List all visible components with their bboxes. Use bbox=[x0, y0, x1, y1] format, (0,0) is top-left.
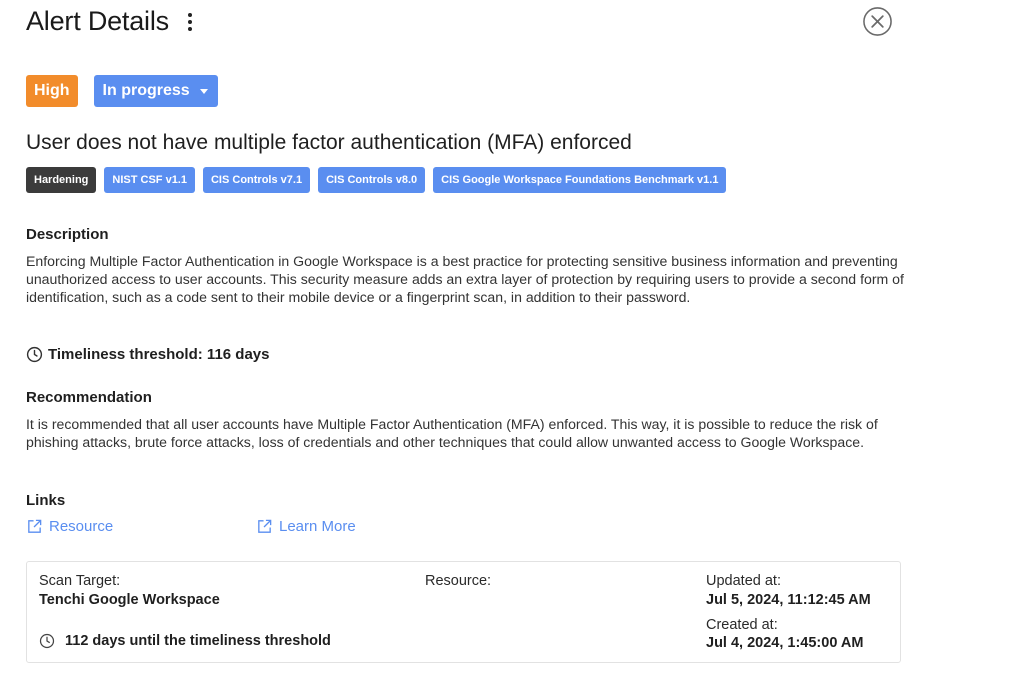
tag-hardening: Hardening bbox=[26, 167, 97, 193]
page-title: Alert Details bbox=[26, 6, 169, 36]
status-dropdown-label: In progress bbox=[102, 82, 190, 99]
description-text: Enforcing Multiple Factor Authentication… bbox=[26, 253, 904, 305]
resource-link-label[interactable]: Resource bbox=[49, 518, 113, 535]
created-at-label: Created at: bbox=[706, 617, 778, 633]
tag-cis-v7: CIS Controls v7.1 bbox=[202, 167, 311, 193]
external-link-icon bbox=[258, 519, 272, 533]
resource-label: Resource: bbox=[425, 573, 492, 589]
updated-at-label: Updated at: bbox=[706, 573, 781, 589]
learn-more-link[interactable]: Learn More bbox=[256, 518, 356, 535]
days-until-threshold: 112 days until the timeliness threshold bbox=[39, 633, 331, 649]
severity-badge: High bbox=[26, 75, 78, 107]
days-until-threshold-text: 112 days until the timeliness threshold bbox=[65, 633, 331, 649]
clock-icon bbox=[26, 346, 43, 363]
links-heading: Links bbox=[26, 492, 66, 509]
scan-info-card: Scan Target: Tenchi Google Workspace Res… bbox=[26, 561, 901, 663]
scan-target-label: Scan Target: bbox=[39, 573, 121, 589]
resource-link[interactable]: Resource bbox=[26, 518, 113, 535]
timeliness-threshold-label: Timeliness threshold: 116 days bbox=[48, 346, 270, 363]
scan-target-value: Tenchi Google Workspace bbox=[39, 592, 220, 608]
chevron-down-icon bbox=[199, 88, 208, 94]
alert-title: User does not have multiple factor authe… bbox=[26, 131, 632, 154]
tag-cis-v8: CIS Controls v8.0 bbox=[318, 167, 426, 193]
description-heading: Description bbox=[26, 226, 109, 243]
tag-cis-gws-benchmark: CIS Google Workspace Foundations Benchma… bbox=[433, 167, 727, 193]
header: Alert Details bbox=[26, 6, 197, 37]
status-dropdown[interactable]: In progress bbox=[93, 75, 218, 107]
clock-icon bbox=[39, 633, 55, 649]
created-at-value: Jul 4, 2024, 1:45:00 AM bbox=[706, 635, 864, 651]
tag-list: Hardening NIST CSF v1.1 CIS Controls v7.… bbox=[26, 167, 727, 193]
updated-at-value: Jul 5, 2024, 11:12:45 AM bbox=[706, 592, 871, 608]
tag-nist-csf: NIST CSF v1.1 bbox=[104, 167, 195, 193]
close-circle-icon[interactable] bbox=[862, 6, 893, 37]
kebab-menu-icon[interactable] bbox=[183, 11, 197, 33]
external-link-icon bbox=[28, 519, 42, 533]
timeliness-threshold: Timeliness threshold: 116 days bbox=[26, 346, 269, 363]
learn-more-link-label[interactable]: Learn More bbox=[279, 518, 356, 535]
status-row: High In progress bbox=[26, 75, 218, 107]
recommendation-heading: Recommendation bbox=[26, 389, 152, 406]
recommendation-text: It is recommended that all user accounts… bbox=[26, 416, 878, 450]
